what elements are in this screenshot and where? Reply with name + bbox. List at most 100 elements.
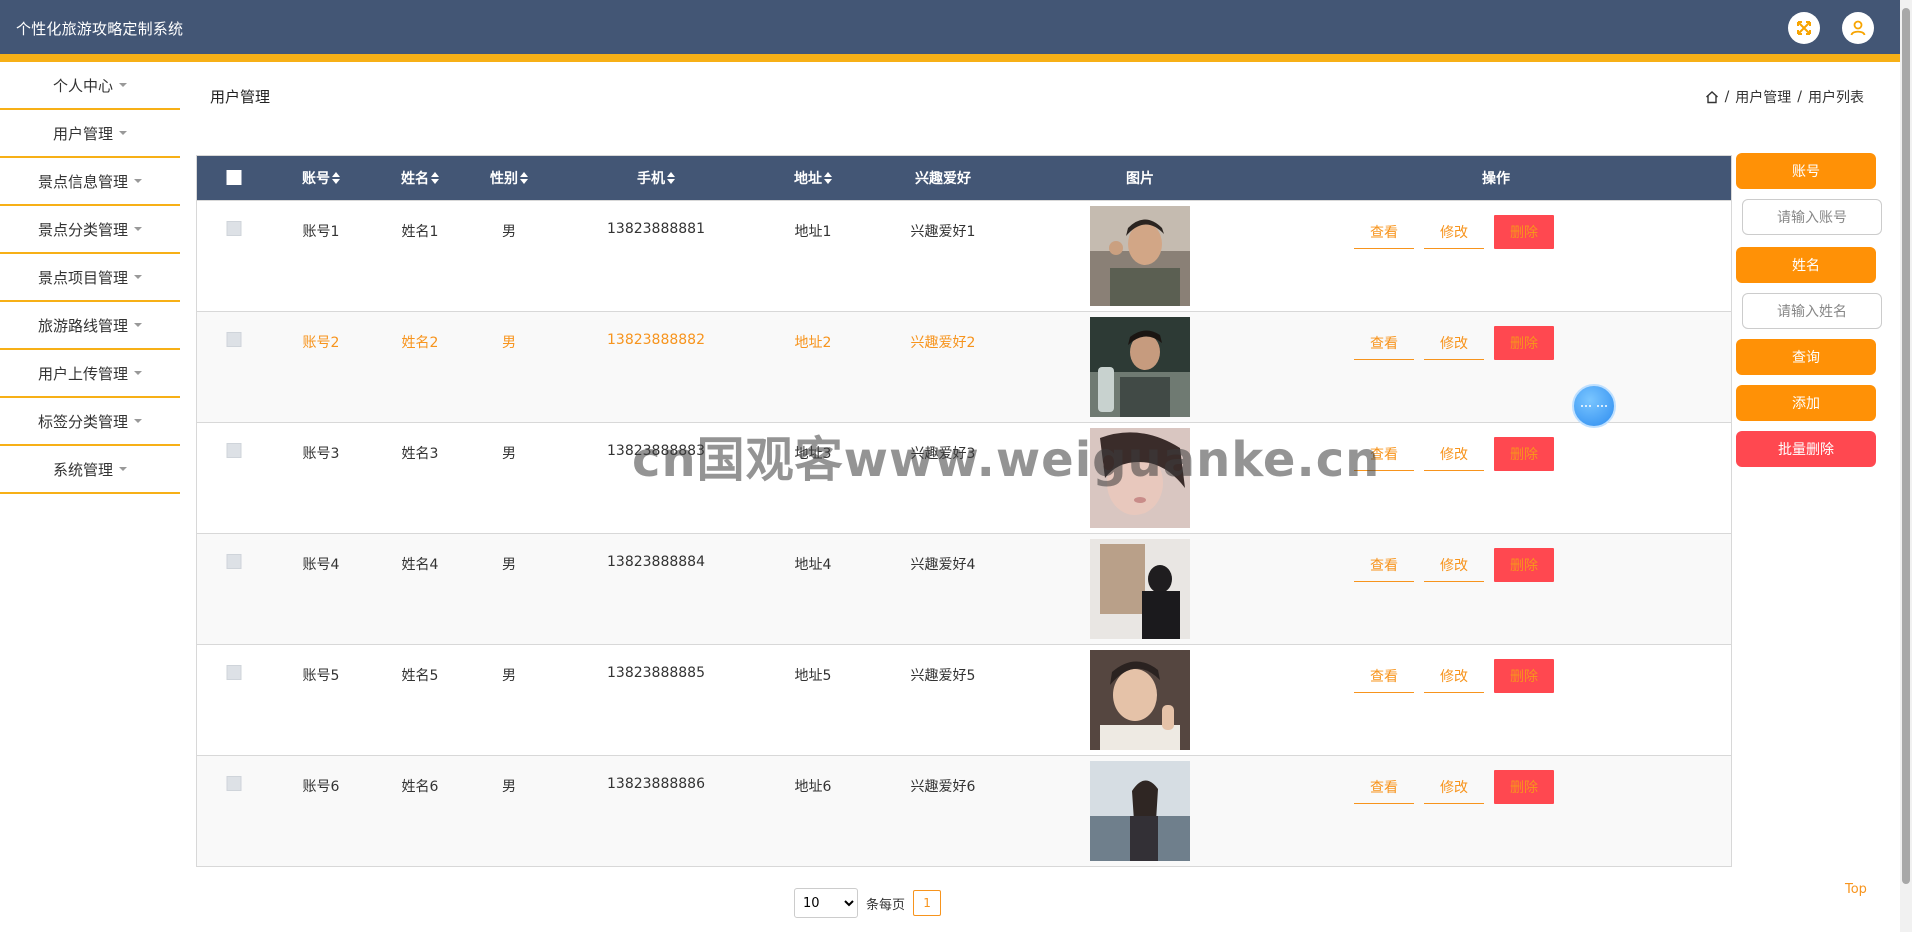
sidebar-item-label: 个人中心 bbox=[52, 76, 113, 95]
cell-phone: 13823888886 bbox=[607, 776, 705, 792]
edit-button[interactable]: 修改 bbox=[1424, 770, 1484, 804]
view-button[interactable]: 查看 bbox=[1354, 770, 1414, 804]
sidebar-item-label: 用户管理 bbox=[52, 124, 113, 143]
caret-down-icon bbox=[134, 371, 142, 375]
batch-delete-button[interactable]: 批量删除 bbox=[1736, 431, 1876, 467]
query-button[interactable]: 查询 bbox=[1736, 339, 1876, 375]
column-header-gender[interactable]: 性别 bbox=[490, 168, 528, 188]
column-header-name[interactable]: 姓名 bbox=[401, 168, 439, 188]
account-label-button[interactable]: 账号 bbox=[1736, 153, 1876, 189]
cell-address: 地址1 bbox=[794, 224, 832, 240]
sidebar-item-attraction-info[interactable]: 景点信息管理 bbox=[0, 158, 180, 206]
pagination: 10 条每页 1 bbox=[794, 888, 942, 918]
row-checkbox[interactable] bbox=[226, 443, 242, 458]
breadcrumb-item: 用户列表 bbox=[1808, 90, 1864, 106]
sidebar-item-label: 景点信息管理 bbox=[37, 172, 128, 191]
cell-hobby: 兴趣爱好2 bbox=[910, 335, 976, 351]
edit-button[interactable]: 修改 bbox=[1424, 659, 1484, 693]
add-button[interactable]: 添加 bbox=[1736, 385, 1876, 421]
back-to-top-link[interactable]: Top bbox=[1845, 882, 1867, 897]
page-scrollbar[interactable] bbox=[1900, 0, 1912, 932]
caret-down-icon bbox=[134, 275, 142, 279]
view-button[interactable]: 查看 bbox=[1354, 548, 1414, 582]
sidebar-item-system[interactable]: 系统管理 bbox=[0, 446, 180, 494]
delete-button[interactable]: 删除 bbox=[1494, 770, 1554, 804]
row-checkbox[interactable] bbox=[226, 665, 242, 680]
name-label-button[interactable]: 姓名 bbox=[1736, 247, 1876, 283]
top-header: 个性化旅游攻略定制系统 bbox=[0, 0, 1900, 56]
delete-button[interactable]: 删除 bbox=[1494, 437, 1554, 471]
caret-down-icon bbox=[119, 131, 127, 135]
cell-gender: 男 bbox=[502, 668, 516, 684]
sidebar-item-user-upload[interactable]: 用户上传管理 bbox=[0, 350, 180, 398]
delete-button[interactable]: 删除 bbox=[1494, 326, 1554, 360]
watermark-text: cn国观客www.weiguanke.cn bbox=[632, 432, 1381, 488]
table-header: 账号 姓名 性别 手机 地址 兴趣爱好 图片 操作 bbox=[197, 156, 1731, 200]
home-icon[interactable] bbox=[1705, 90, 1719, 104]
table-row: 账号5 姓名5 男 13823888885 地址5 兴趣爱好5 查看 修改 删除 bbox=[197, 644, 1731, 755]
sidebar-item-user-management[interactable]: 用户管理 bbox=[0, 110, 180, 158]
cell-phone: 13823888885 bbox=[607, 665, 705, 681]
app-title: 个性化旅游攻略定制系统 bbox=[16, 20, 184, 38]
edit-button[interactable]: 修改 bbox=[1424, 326, 1484, 360]
fullscreen-button[interactable] bbox=[1788, 12, 1820, 44]
column-header-address[interactable]: 地址 bbox=[794, 168, 832, 188]
view-button[interactable]: 查看 bbox=[1354, 215, 1414, 249]
user-menu-button[interactable] bbox=[1842, 12, 1874, 44]
edit-button[interactable]: 修改 bbox=[1424, 215, 1484, 249]
sidebar: 个人中心 用户管理 景点信息管理 景点分类管理 景点项目管理 旅游路线管理 用户… bbox=[0, 62, 180, 494]
sort-icon bbox=[824, 172, 832, 184]
scrollbar-thumb[interactable] bbox=[1902, 8, 1910, 884]
caret-down-icon bbox=[134, 227, 142, 231]
view-button[interactable]: 查看 bbox=[1354, 659, 1414, 693]
sidebar-item-personal-center[interactable]: 个人中心 bbox=[0, 62, 180, 110]
select-all-checkbox[interactable] bbox=[226, 170, 242, 185]
column-header-photo: 图片 bbox=[1126, 168, 1154, 188]
floating-assistant-button[interactable] bbox=[1572, 384, 1616, 428]
page-size-select[interactable]: 10 bbox=[794, 888, 858, 918]
caret-down-icon bbox=[134, 323, 142, 327]
row-checkbox[interactable] bbox=[226, 554, 242, 569]
column-header-account[interactable]: 账号 bbox=[302, 168, 340, 188]
user-photo bbox=[1090, 761, 1190, 861]
sort-icon bbox=[332, 172, 340, 184]
user-photo bbox=[1090, 317, 1190, 417]
row-checkbox[interactable] bbox=[226, 221, 242, 236]
table-row: 账号2 姓名2 男 13823888882 地址2 兴趣爱好2 查看 修改 删除 bbox=[197, 311, 1731, 422]
edit-button[interactable]: 修改 bbox=[1424, 548, 1484, 582]
table-row: 账号6 姓名6 男 13823888886 地址6 兴趣爱好6 查看 修改 删除 bbox=[197, 755, 1731, 866]
cell-account: 账号6 bbox=[302, 779, 340, 795]
delete-button[interactable]: 删除 bbox=[1494, 659, 1554, 693]
row-checkbox[interactable] bbox=[226, 332, 242, 347]
sidebar-item-label: 景点分类管理 bbox=[37, 220, 128, 239]
user-icon bbox=[1850, 20, 1866, 36]
row-checkbox[interactable] bbox=[226, 776, 242, 791]
cell-hobby: 兴趣爱好1 bbox=[910, 224, 976, 240]
view-button[interactable]: 查看 bbox=[1354, 326, 1414, 360]
cell-hobby: 兴趣爱好5 bbox=[910, 668, 976, 684]
sidebar-item-attraction-project[interactable]: 景点项目管理 bbox=[0, 254, 180, 302]
sidebar-item-tag-category[interactable]: 标签分类管理 bbox=[0, 398, 180, 446]
page-number-button[interactable]: 1 bbox=[913, 890, 942, 916]
cell-gender: 男 bbox=[502, 224, 516, 240]
delete-button[interactable]: 删除 bbox=[1494, 215, 1554, 249]
header-accent-bar bbox=[0, 54, 1900, 62]
user-table: 账号 姓名 性别 手机 地址 兴趣爱好 图片 操作 账号1 姓名1 男 1382… bbox=[196, 155, 1732, 867]
breadcrumb-item[interactable]: 用户管理 bbox=[1735, 87, 1791, 107]
sidebar-item-label: 标签分类管理 bbox=[37, 412, 128, 431]
edit-button[interactable]: 修改 bbox=[1424, 437, 1484, 471]
breadcrumb-separator: / bbox=[1797, 89, 1802, 105]
column-header-label: 兴趣爱好 bbox=[915, 171, 971, 187]
cell-phone: 13823888884 bbox=[607, 554, 705, 570]
cell-address: 地址5 bbox=[794, 668, 832, 684]
cell-address: 地址4 bbox=[794, 557, 832, 573]
column-header-phone[interactable]: 手机 bbox=[637, 168, 675, 188]
name-search-input[interactable]: 请输入姓名 bbox=[1742, 293, 1882, 329]
sidebar-item-travel-route[interactable]: 旅游路线管理 bbox=[0, 302, 180, 350]
sidebar-item-attraction-category[interactable]: 景点分类管理 bbox=[0, 206, 180, 254]
cell-gender: 男 bbox=[502, 557, 516, 573]
account-search-input[interactable]: 请输入账号 bbox=[1742, 199, 1882, 235]
column-header-label: 地址 bbox=[794, 171, 822, 187]
delete-button[interactable]: 删除 bbox=[1494, 548, 1554, 582]
breadcrumb: / 用户管理 / 用户列表 bbox=[1705, 87, 1864, 107]
